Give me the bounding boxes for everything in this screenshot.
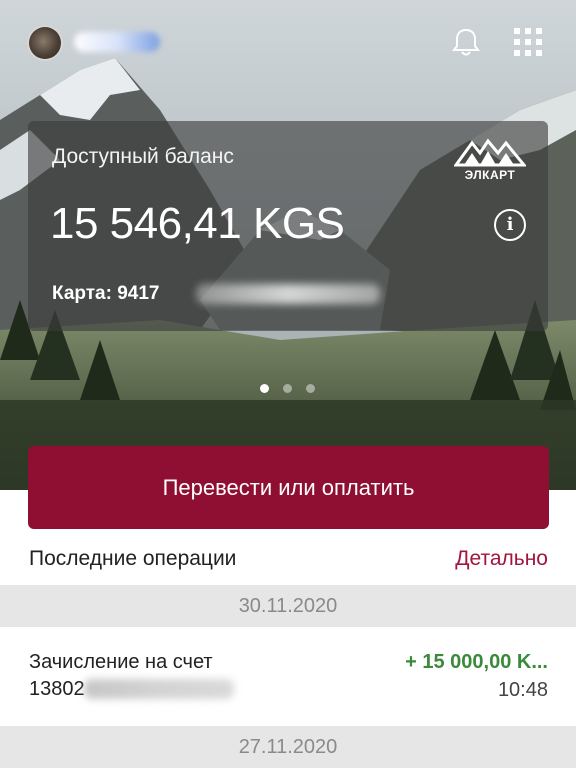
transaction-amount: + 15 000,00 K... — [405, 651, 548, 673]
transaction-account: 13802 — [29, 678, 85, 700]
card-brand: ЭЛКАРТ — [464, 168, 516, 182]
transaction-row[interactable]: Зачисление на счет 13802 + 15 000,00 K..… — [0, 627, 576, 727]
user-name-redacted — [74, 32, 160, 52]
bell-icon[interactable] — [448, 24, 484, 60]
transaction-title: Зачисление на счет — [29, 651, 213, 673]
carousel-pagination[interactable] — [258, 384, 318, 394]
card-number-redacted — [196, 284, 380, 304]
details-link[interactable]: Детально — [455, 547, 548, 571]
balance-card[interactable]: Доступный баланс ЭЛКАРТ 15 546,41 KGS i … — [28, 121, 548, 331]
elcart-logo: ЭЛКАРТ — [453, 135, 528, 183]
recent-operations-title: Последние операции — [29, 547, 237, 570]
top-bar — [0, 0, 576, 80]
date-header: 27.11.2020 — [0, 726, 576, 768]
mountain-logo-icon — [453, 138, 528, 167]
balance-label: Доступный баланс — [52, 145, 234, 168]
info-icon[interactable]: i — [494, 209, 526, 241]
grid-menu-icon[interactable] — [508, 24, 548, 60]
transaction-time: 10:48 — [497, 679, 548, 701]
carousel-dot-1[interactable] — [260, 384, 269, 393]
date-header: 30.11.2020 — [0, 585, 576, 627]
balance-amount: 15 546,41 KGS — [50, 199, 345, 248]
transfer-or-pay-button[interactable]: Перевести или оплатить — [28, 446, 549, 529]
card-number: Карта: 9417 — [52, 283, 160, 304]
carousel-dot-3[interactable] — [306, 384, 315, 393]
user-avatar[interactable] — [27, 25, 63, 61]
transaction-account-redacted — [84, 679, 234, 699]
carousel-dot-2[interactable] — [283, 384, 292, 393]
